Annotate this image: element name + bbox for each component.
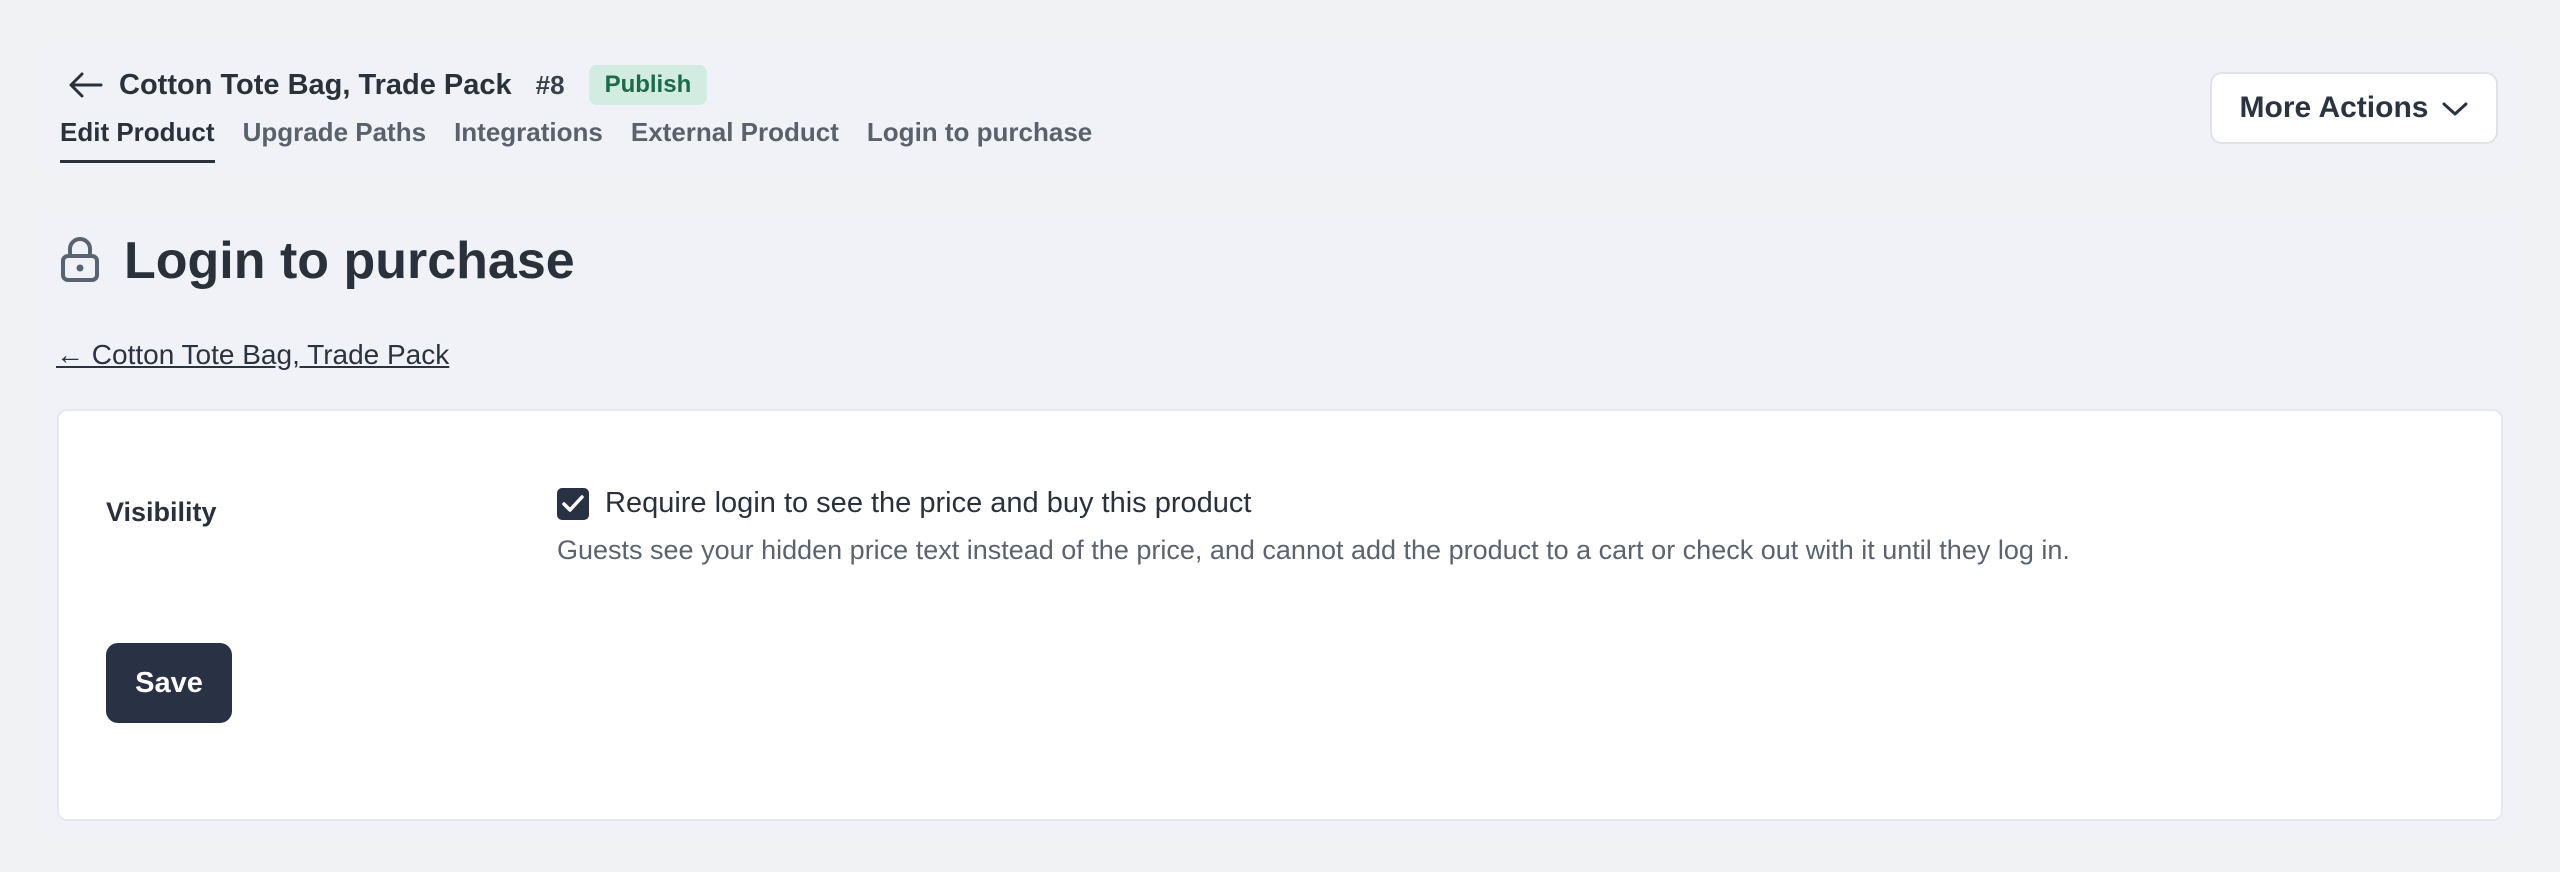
page-title: Login to purchase (124, 232, 575, 290)
product-tabs: Edit Product Upgrade Paths Integrations … (60, 117, 1092, 163)
chevron-down-icon (2442, 91, 2468, 125)
require-login-row: Require login to see the price and buy t… (557, 487, 1251, 520)
title-row: Cotton Tote Bag, Trade Pack #8 Publish (67, 59, 708, 111)
product-header: Cotton Tote Bag, Trade Pack #8 Publish E… (40, 45, 2520, 171)
product-title: Cotton Tote Bag, Trade Pack (119, 68, 512, 101)
tab-external-product[interactable]: External Product (631, 117, 839, 163)
more-actions-label: More Actions (2239, 91, 2429, 124)
visibility-label: Visibility (106, 497, 217, 527)
tab-upgrade-paths[interactable]: Upgrade Paths (243, 117, 427, 163)
tab-integrations[interactable]: Integrations (454, 117, 603, 163)
lock-icon (60, 236, 100, 287)
page-heading: Login to purchase (60, 231, 575, 291)
settings-card: Visibility Require login to see the pric… (57, 409, 2503, 821)
tab-edit-product[interactable]: Edit Product (60, 117, 215, 163)
save-button[interactable]: Save (106, 643, 232, 723)
back-arrow-icon[interactable] (67, 66, 105, 104)
tab-login-to-purchase[interactable]: Login to purchase (867, 117, 1092, 163)
require-login-help-text: Guests see your hidden price text instea… (557, 535, 2070, 565)
product-id: #8 (535, 69, 565, 100)
require-login-checkbox[interactable] (557, 487, 589, 520)
back-to-product-link[interactable]: ← Cotton Tote Bag, Trade Pack (56, 339, 449, 371)
require-login-label[interactable]: Require login to see the price and buy t… (605, 487, 1251, 520)
checkmark-icon (562, 494, 584, 512)
status-badge: Publish (588, 65, 708, 105)
more-actions-button[interactable]: More Actions (2210, 72, 2498, 144)
main-panel: Login to purchase ← Cotton Tote Bag, Tra… (40, 211, 2520, 835)
